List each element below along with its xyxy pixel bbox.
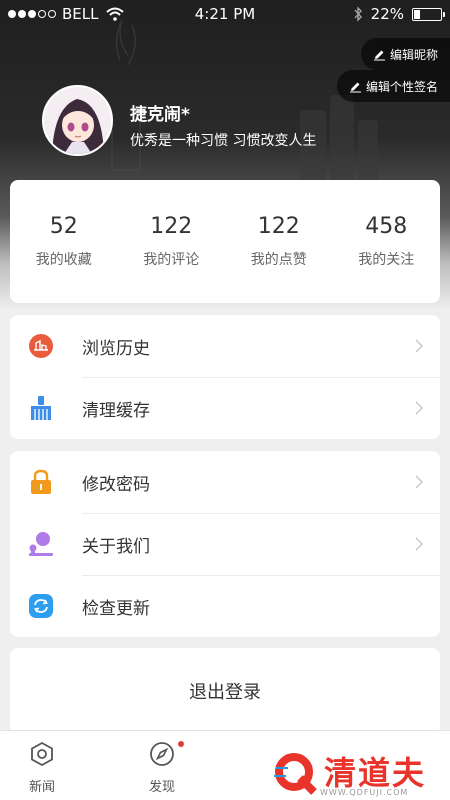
chevron-right-icon (415, 537, 424, 551)
watermark-logo: 清道夫 WWW.QDFUJI.COM (272, 748, 442, 800)
stat-following[interactable]: 458 我的关注 (333, 214, 441, 269)
edit-signature-label: 编辑个性签名 (365, 79, 438, 94)
chevron-right-icon (415, 475, 424, 489)
bluetooth-icon (354, 6, 362, 22)
stat-label: 我的评论 (143, 252, 200, 268)
watermark-url: WWW.QDFUJI.COM (320, 788, 409, 797)
menu-group-settings: 修改密码 关于我们 检查更新 (10, 451, 440, 637)
stat-label: 我的点赞 (250, 252, 307, 268)
wifi-icon (106, 7, 125, 21)
watermark-q-icon (274, 753, 317, 795)
menu-label: 检查更新 (82, 598, 150, 619)
menu-label: 关于我们 (82, 536, 150, 557)
logout-label: 退出登录 (189, 682, 261, 703)
menu-item-clear-cache[interactable]: 清理缓存 (10, 377, 440, 439)
user-nickname: 捷克闹* (130, 105, 190, 125)
menu-group-history: 浏览历史 清理缓存 (10, 315, 440, 439)
menu-label: 浏览历史 (82, 338, 150, 359)
menu-item-about-us[interactable]: 关于我们 (10, 513, 440, 575)
stat-comments[interactable]: 122 我的评论 (118, 214, 226, 269)
pencil-icon (373, 50, 385, 60)
tab-label: 发现 (148, 780, 175, 795)
tab-news[interactable]: 新闻 (12, 741, 72, 795)
history-icon (29, 334, 53, 358)
battery-percent: 22% (370, 5, 404, 23)
edit-nickname-button[interactable]: 编辑昵称 (360, 38, 450, 70)
menu-item-check-update[interactable]: 检查更新 (10, 575, 440, 637)
menu-label: 清理缓存 (82, 400, 150, 421)
stats-card: 52 我的收藏 122 我的评论 122 我的点赞 458 我的关注 (10, 180, 440, 303)
user-signature: 优秀是一种习惯 习惯改变人生 (130, 133, 317, 149)
broom-icon (31, 396, 51, 420)
stat-likes[interactable]: 122 我的点赞 (225, 214, 333, 269)
edit-nickname-label: 编辑昵称 (389, 47, 438, 62)
battery-level (414, 9, 420, 19)
chevron-right-icon (415, 401, 424, 415)
stat-value: 52 (49, 214, 78, 239)
stat-favorites[interactable]: 52 我的收藏 (10, 214, 118, 269)
menu-item-change-password[interactable]: 修改密码 (10, 451, 440, 513)
status-bar: BELL 4:21 PM 22% (0, 0, 450, 28)
stat-value: 122 (257, 214, 300, 239)
pencil-icon (349, 82, 361, 92)
stat-label: 我的收藏 (35, 252, 92, 268)
notification-dot (178, 741, 184, 747)
logout-button[interactable]: 退出登录 (10, 648, 440, 734)
signal-strength-icon (8, 10, 56, 18)
refresh-icon (29, 594, 53, 618)
compass-icon (150, 742, 174, 766)
menu-label: 修改密码 (82, 474, 150, 495)
tab-discover[interactable]: 发现 (132, 741, 192, 795)
avatar[interactable] (42, 85, 113, 156)
carrier-name: BELL (62, 5, 99, 23)
avatar-image (44, 87, 111, 154)
battery-icon (412, 7, 445, 21)
stat-value: 122 (150, 214, 193, 239)
hexagon-icon (31, 741, 53, 767)
edit-signature-button[interactable]: 编辑个性签名 (336, 70, 450, 102)
stat-value: 458 (365, 214, 408, 239)
about-icon (29, 532, 53, 556)
lock-icon (31, 469, 51, 494)
tab-label: 新闻 (28, 780, 55, 795)
menu-item-browse-history[interactable]: 浏览历史 (10, 315, 440, 377)
chevron-right-icon (415, 339, 424, 353)
stat-label: 我的关注 (358, 252, 415, 268)
